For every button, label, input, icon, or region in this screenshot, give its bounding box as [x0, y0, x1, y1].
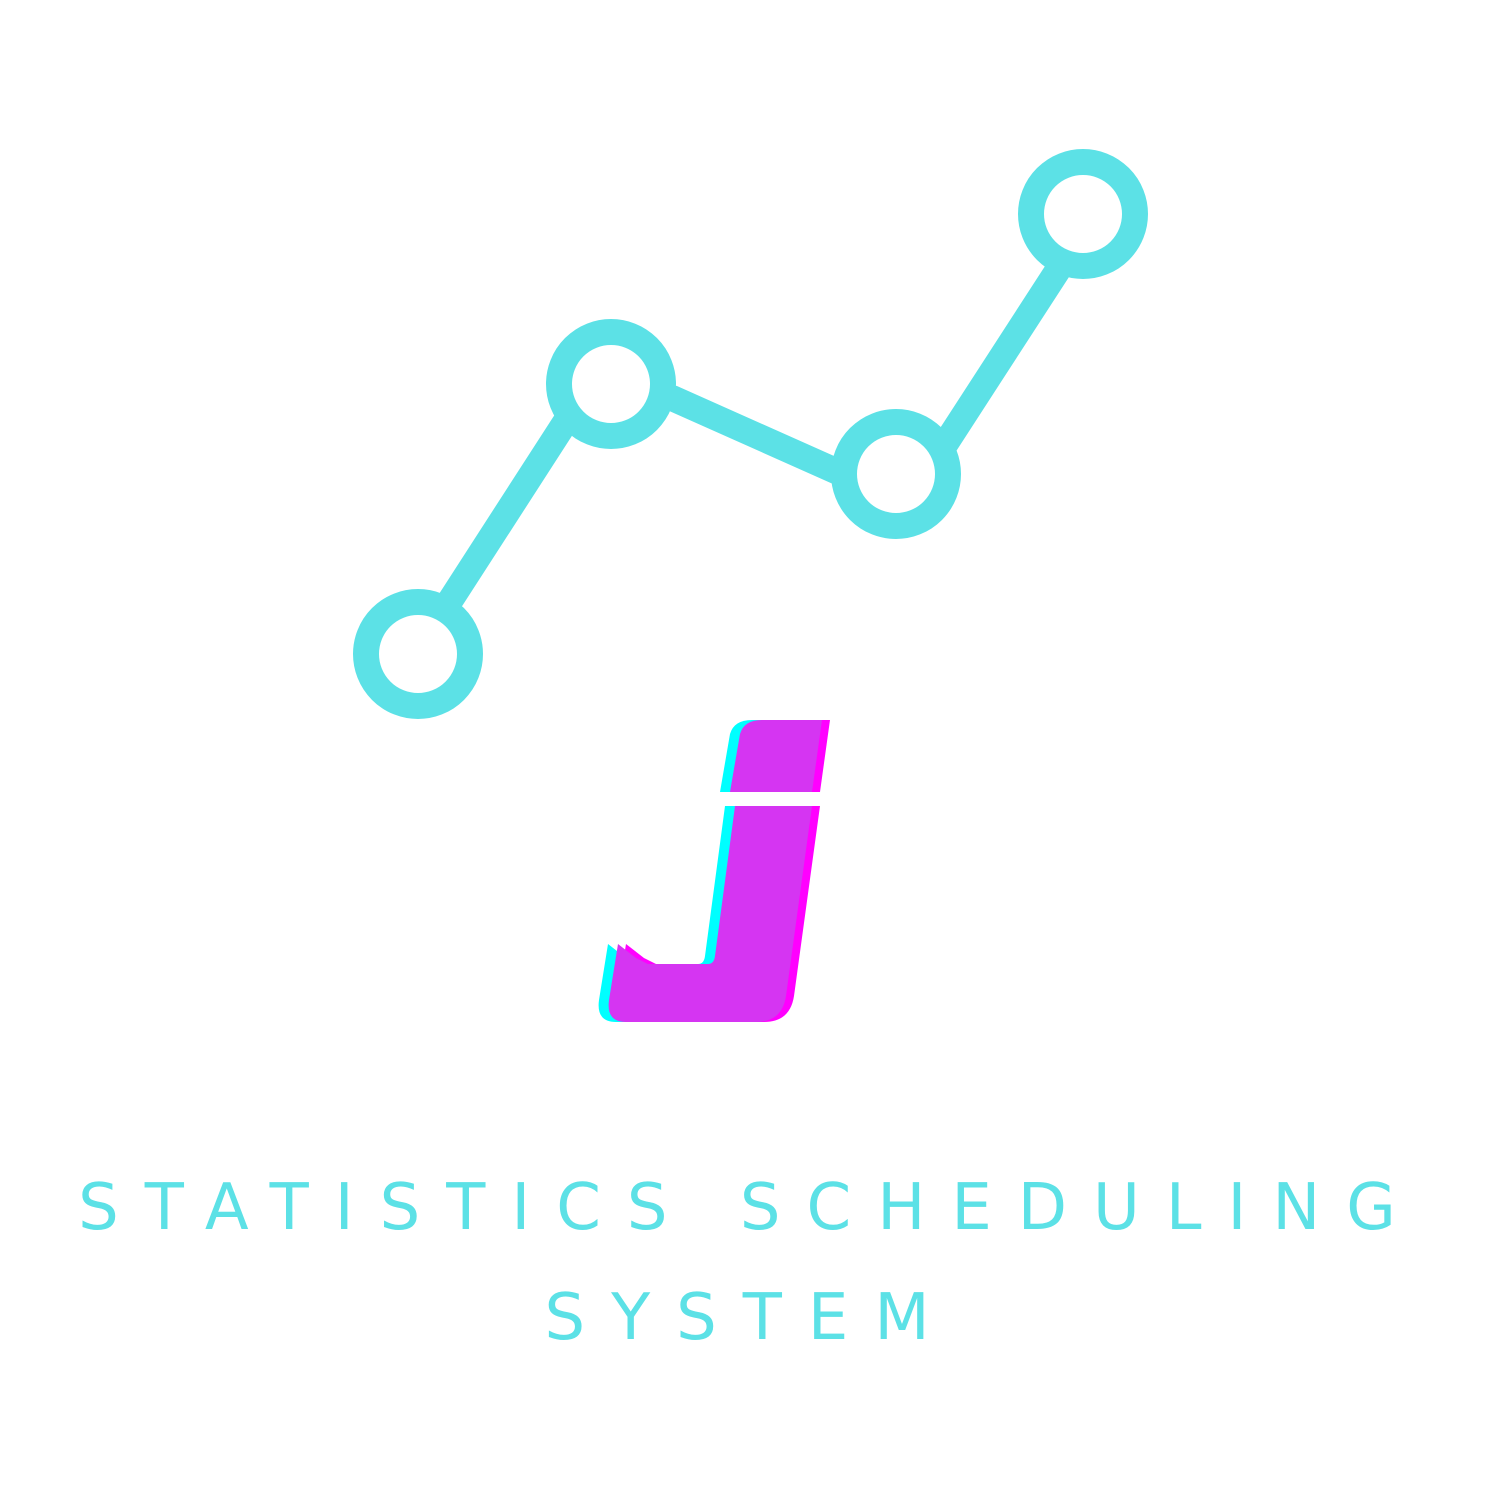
title-line-1: STATISTICS SCHEDULING: [78, 1171, 1422, 1245]
title-line-2: SYSTEM: [544, 1281, 956, 1355]
logo-title: STATISTICS SCHEDULING SYSTEM: [0, 0, 1500, 1500]
logo-page: STATISTICS SCHEDULING SYSTEM: [0, 0, 1500, 1500]
